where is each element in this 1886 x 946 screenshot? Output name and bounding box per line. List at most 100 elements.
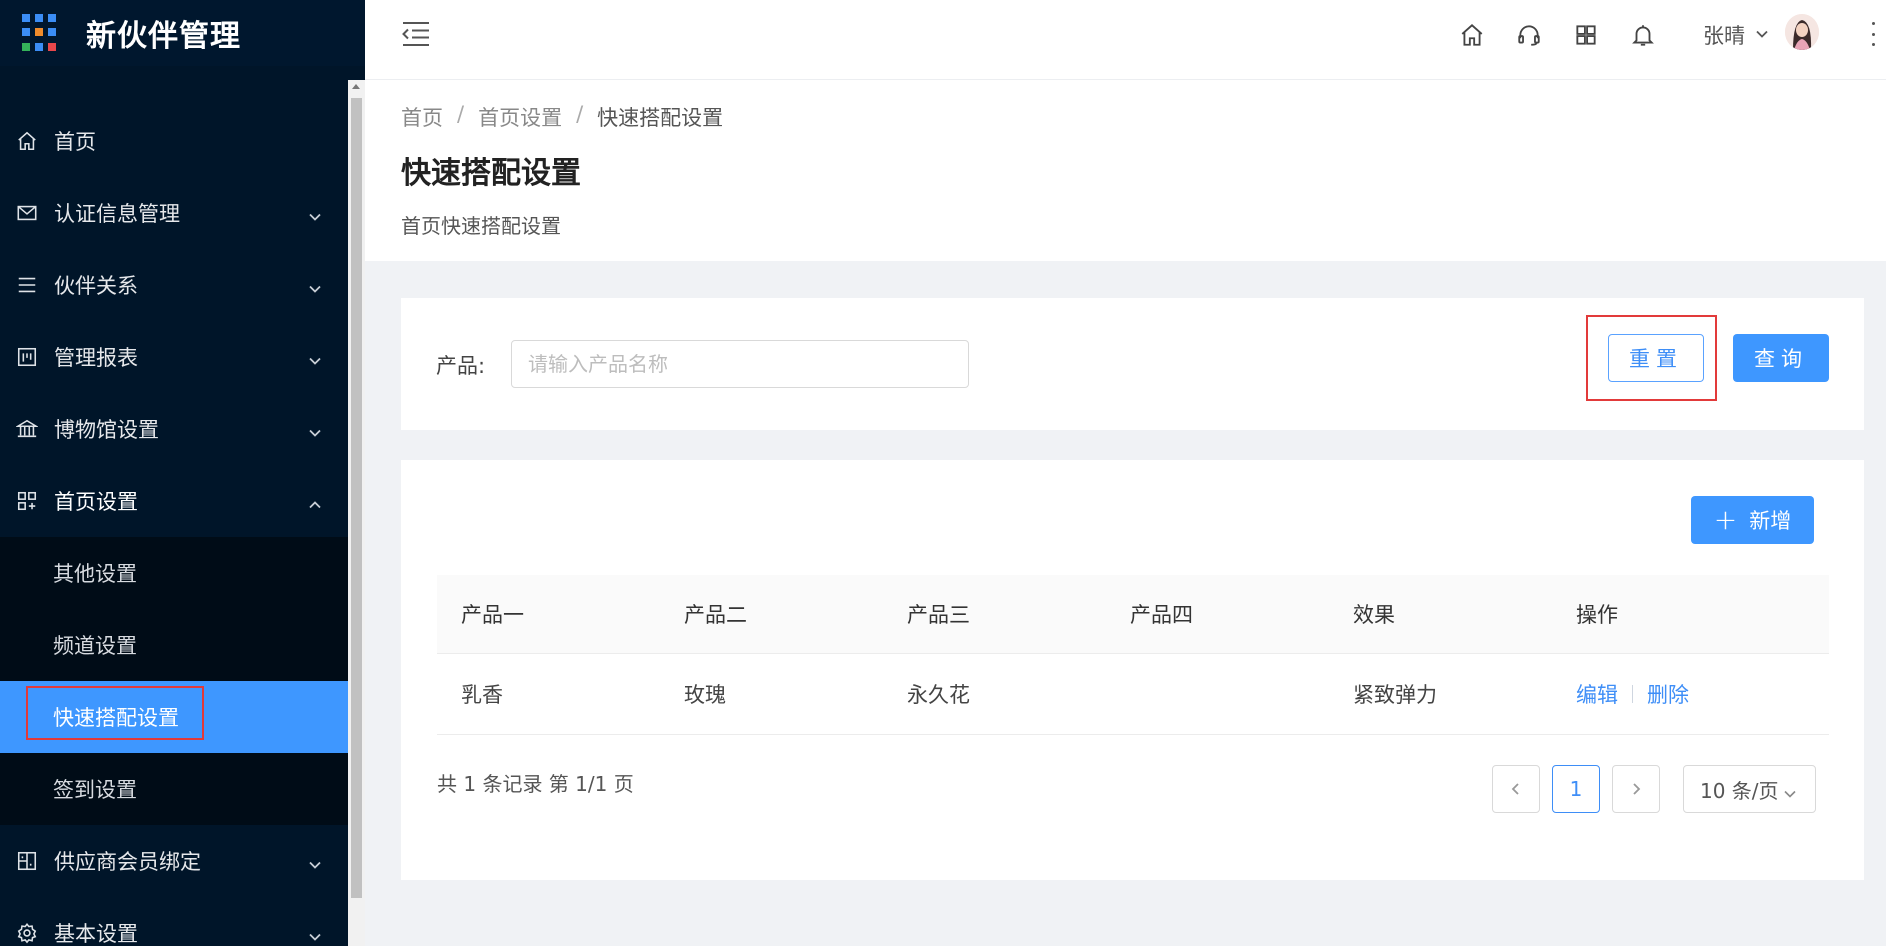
list-icon [16, 274, 38, 296]
table-cell: 紧致弹力 [1353, 683, 1437, 707]
chevron-down-icon [308, 205, 322, 221]
next-page-button[interactable] [1612, 765, 1660, 813]
bell-icon[interactable] [1630, 22, 1656, 48]
column-header: 效果 [1353, 603, 1395, 627]
table-cell: 乳香 [461, 683, 503, 707]
sidebar-item-reports[interactable]: 管理报表 [0, 321, 348, 393]
menu-fold-icon[interactable] [401, 20, 431, 48]
appstore-add-icon [16, 490, 38, 512]
headset-icon[interactable] [1516, 22, 1542, 48]
sidebar-item-label: 签到设置 [53, 778, 137, 802]
sidebar-item-label: 伙伴关系 [54, 274, 138, 298]
bind-icon [16, 850, 38, 872]
logo-bar: 新伙伴管理 [0, 0, 365, 66]
sidebar-item-homepage-settings[interactable]: 首页设置 [0, 465, 348, 537]
sidebar-item-museum[interactable]: 博物馆设置 [0, 393, 348, 465]
report-icon [16, 346, 38, 368]
breadcrumb-separator: / [576, 102, 584, 126]
page-description: 首页快速搭配设置 [401, 214, 561, 238]
chevron-down-icon [308, 349, 322, 365]
chevron-up-icon [308, 493, 322, 509]
sidebar-item-label: 首页 [54, 130, 96, 154]
page-header: 首页 / 首页设置 / 快速搭配设置 快速搭配设置 首页快速搭配设置 [365, 80, 1886, 261]
table-cell-actions: 编辑 删除 [1552, 679, 1775, 709]
breadcrumb-item-current: 快速搭配设置 [597, 106, 724, 130]
home-icon[interactable] [1459, 22, 1485, 48]
table-card: + 新增 产品一 产品二 产品三 产品四 效果 操作 乳香 玫瑰 永久花 紧致弹… [401, 460, 1864, 880]
homepage-settings-submenu: 其他设置 频道设置 快速搭配设置 签到设置 [0, 537, 348, 825]
table-header: 产品一 产品二 产品三 产品四 效果 操作 [437, 575, 1829, 654]
column-header: 产品一 [461, 603, 524, 627]
breadcrumb-item-home[interactable]: 首页 [401, 102, 443, 132]
app-title: 新伙伴管理 [86, 19, 241, 54]
page-size-value: 10 条/页 [1700, 778, 1779, 803]
home-icon [16, 130, 38, 152]
sidebar-item-label: 供应商会员绑定 [54, 850, 201, 874]
table-cell: 永久花 [907, 683, 970, 707]
gear-icon [16, 922, 38, 944]
chevron-down-icon [308, 853, 322, 869]
page-title: 快速搭配设置 [401, 156, 581, 191]
chevron-down-icon [1783, 782, 1797, 798]
sidebar-item-supplier-binding[interactable]: 供应商会员绑定 [0, 825, 348, 897]
page-size-select[interactable]: 10 条/页 [1683, 765, 1816, 813]
mail-icon [16, 202, 38, 224]
sidebar-item-home[interactable]: 首页 [0, 105, 348, 177]
chevron-left-icon [1511, 783, 1519, 795]
query-button[interactable]: 查询 [1733, 334, 1829, 382]
sidebar-item-label: 管理报表 [54, 346, 138, 370]
sidebar-item-channel-settings[interactable]: 频道设置 [0, 609, 348, 681]
more-vertical-icon[interactable] [1870, 22, 1876, 46]
action-divider [1632, 685, 1633, 703]
delete-link[interactable]: 删除 [1647, 679, 1689, 709]
prev-page-button[interactable] [1492, 765, 1540, 813]
product-search-input[interactable] [511, 340, 969, 388]
chevron-down-icon [308, 421, 322, 437]
add-button[interactable]: + 新增 [1691, 496, 1814, 544]
sidebar-item-label: 频道设置 [53, 634, 137, 658]
top-header: 张晴 [365, 0, 1886, 80]
sidebar-item-partner-relations[interactable]: 伙伴关系 [0, 249, 348, 321]
edit-link[interactable]: 编辑 [1576, 679, 1618, 709]
sidebar-item-quick-match-settings[interactable]: 快速搭配设置 [0, 681, 348, 753]
search-form: 产品: 重置 查询 [401, 298, 1864, 430]
grid-icon[interactable] [1573, 22, 1599, 48]
sidebar-menu: 首页 认证信息管理 伙伴关系 管理报表 博物馆设置 首页设置 其他设置 频道设置… [0, 105, 348, 946]
pagination-summary: 共 1 条记录 第 1/1 页 [437, 772, 634, 796]
plus-icon: + [1713, 503, 1738, 536]
user-name[interactable]: 张晴 [1703, 20, 1745, 50]
chevron-down-icon [308, 277, 322, 293]
page-number-current[interactable]: 1 [1552, 765, 1600, 813]
reset-button[interactable]: 重置 [1608, 334, 1704, 382]
sidebar-item-other-settings[interactable]: 其他设置 [0, 537, 348, 609]
sidebar-item-label: 首页设置 [54, 490, 138, 514]
column-header: 操作 [1576, 603, 1618, 627]
sidebar-item-basic-settings[interactable]: 基本设置 [0, 897, 348, 946]
avatar[interactable] [1785, 14, 1819, 50]
sidebar-scrollbar[interactable] [348, 80, 365, 946]
bank-icon [16, 418, 38, 440]
sidebar-item-checkin-settings[interactable]: 签到设置 [0, 753, 348, 825]
column-header: 产品二 [684, 603, 747, 627]
add-button-label: 新增 [1749, 509, 1792, 533]
chevron-down-icon[interactable] [1755, 26, 1769, 40]
scroll-up-icon[interactable] [352, 84, 360, 89]
column-header: 产品四 [1130, 603, 1193, 627]
sidebar-item-label: 认证信息管理 [54, 202, 180, 226]
chevron-down-icon [308, 925, 322, 941]
highlight-box [26, 686, 204, 740]
column-header: 产品三 [907, 603, 970, 627]
table-cell: 玫瑰 [684, 683, 726, 707]
breadcrumb: 首页 / 首页设置 / 快速搭配设置 [401, 102, 723, 132]
breadcrumb-item-homepage-settings[interactable]: 首页设置 [478, 102, 562, 132]
scrollbar-thumb[interactable] [351, 98, 362, 898]
table-row: 乳香 玫瑰 永久花 紧致弹力 编辑 删除 [437, 654, 1829, 735]
chevron-right-icon [1633, 783, 1641, 795]
sidebar-item-label: 博物馆设置 [54, 418, 159, 442]
breadcrumb-separator: / [457, 102, 465, 126]
app-logo-icon [22, 14, 60, 52]
sidebar-item-certification[interactable]: 认证信息管理 [0, 177, 348, 249]
data-table: 产品一 产品二 产品三 产品四 效果 操作 乳香 玫瑰 永久花 紧致弹力 编辑 … [437, 575, 1829, 735]
product-label: 产品: [436, 354, 486, 378]
sidebar-item-label: 其他设置 [53, 562, 137, 586]
